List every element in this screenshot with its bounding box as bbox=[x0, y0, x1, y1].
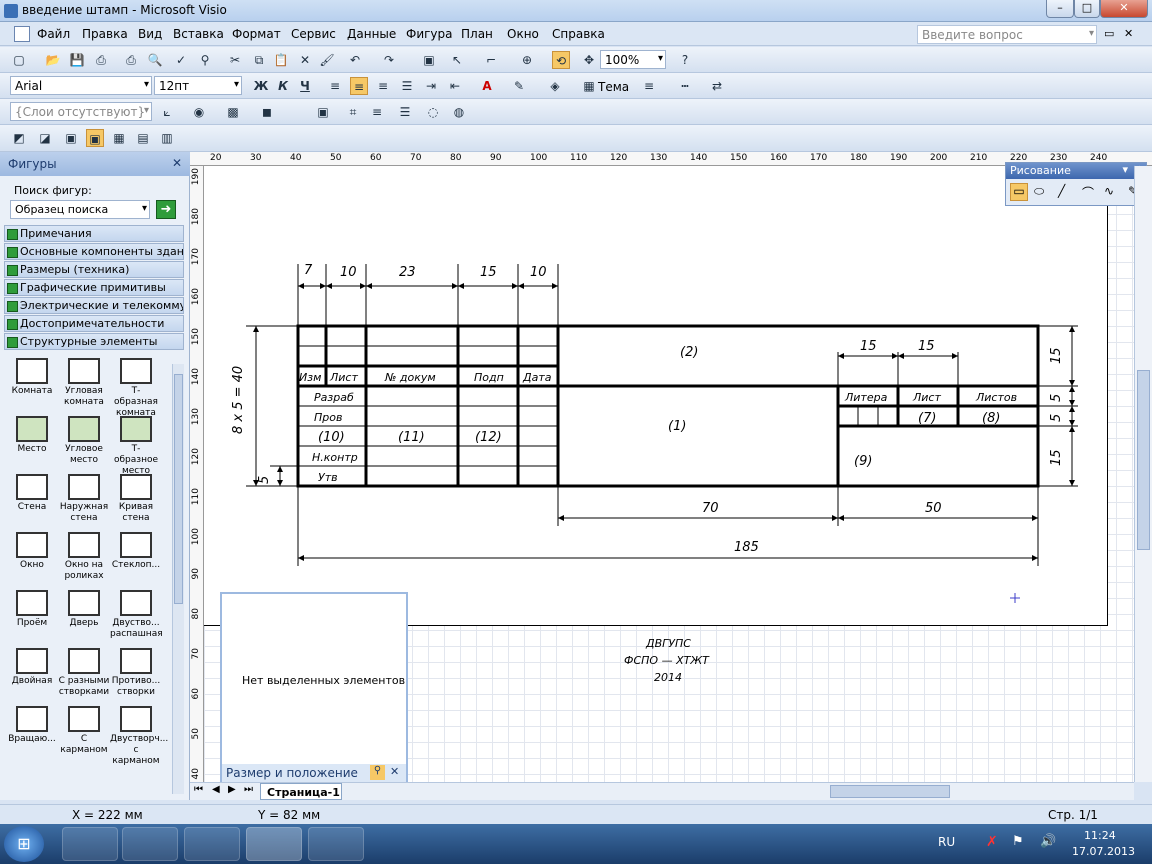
dim-7: 7 bbox=[304, 263, 313, 278]
no-selection-message: Нет выделенных элементов bbox=[242, 674, 406, 687]
line-tool-icon[interactable]: ╱ bbox=[1058, 184, 1065, 198]
horizontal-scrollbar: ⏮ ◀ ▶ ⏭ Страница-1 bbox=[190, 782, 1134, 800]
header-sign: Подп bbox=[474, 371, 504, 384]
dim-15a: 15 bbox=[860, 339, 877, 354]
start-button[interactable]: ⊞ bbox=[4, 826, 44, 862]
prev-page-icon[interactable]: ◀ bbox=[212, 784, 220, 795]
dim-5-left: 5 bbox=[257, 476, 272, 484]
language-indicator[interactable]: RU bbox=[938, 835, 955, 849]
tab-page-1[interactable]: Страница-1 bbox=[260, 783, 342, 800]
cell-7: (7) bbox=[918, 411, 936, 426]
size-panel-close-icon[interactable]: ✕ bbox=[390, 765, 399, 778]
next-page-icon[interactable]: ▶ bbox=[228, 784, 236, 795]
cell-12: (12) bbox=[475, 430, 502, 445]
header-list: Лист bbox=[329, 371, 358, 384]
horizontal-scroll-thumb[interactable] bbox=[830, 785, 950, 798]
dim-right-15: 15 bbox=[1049, 347, 1064, 364]
cell-10: (10) bbox=[318, 430, 345, 445]
flag-tray-icon[interactable]: ⚑ bbox=[1012, 834, 1024, 849]
size-panel-title: Размер и положение bbox=[226, 766, 358, 780]
dim-right-5a: 5 bbox=[1049, 394, 1064, 402]
vertical-scroll-thumb[interactable] bbox=[1137, 370, 1150, 550]
cell-11: (11) bbox=[398, 430, 425, 445]
title-block-drawing[interactable]: 7 10 23 15 10 8 x 5 = 40 5 Изм Лист № до… bbox=[0, 0, 1152, 864]
dim-50: 50 bbox=[925, 501, 942, 516]
dim-15: 15 bbox=[480, 265, 497, 280]
row-razrab: Разраб bbox=[314, 391, 354, 404]
dim-right-5b: 5 bbox=[1049, 414, 1064, 422]
media-player-taskbar-icon[interactable] bbox=[122, 827, 178, 861]
explorer-taskbar-icon[interactable] bbox=[62, 827, 118, 861]
row-utv: Утв bbox=[318, 471, 338, 484]
cell-9: (9) bbox=[854, 454, 872, 469]
status-y: Y = 82 мм bbox=[258, 808, 321, 822]
dim-15b: 15 bbox=[918, 339, 935, 354]
status-bar: X = 222 мм Y = 82 мм Стр. 1/1 bbox=[0, 804, 1152, 824]
credit-line-2: ФСПО — ХТЖТ bbox=[624, 654, 710, 667]
arc-tool-icon[interactable]: ⌒ bbox=[1082, 184, 1094, 201]
ellipse-tool-icon[interactable]: ⬭ bbox=[1034, 184, 1044, 199]
cell-litera: Литера bbox=[844, 391, 888, 404]
cell-listov: Листов bbox=[975, 391, 1017, 404]
tray-time: 11:24 bbox=[1084, 829, 1116, 842]
freeform-tool-icon[interactable]: ∿ bbox=[1104, 184, 1114, 198]
dim-70: 70 bbox=[702, 501, 719, 516]
tray-date: 17.07.2013 bbox=[1072, 845, 1135, 858]
first-page-icon[interactable]: ⏮ bbox=[194, 784, 203, 795]
dim-10b: 10 bbox=[530, 265, 547, 280]
size-panel-footer: Размер и положение ⚲ ✕ bbox=[222, 764, 406, 782]
drawing-panel-header: Рисование ▾ ✕ bbox=[1006, 163, 1146, 179]
size-panel-pin-icon[interactable]: ⚲ bbox=[370, 765, 385, 780]
cell-list: Лист bbox=[912, 391, 941, 404]
size-position-panel: Нет выделенных элементов Размер и положе… bbox=[220, 592, 408, 782]
credit-line-1: ДВГУПС bbox=[645, 637, 691, 650]
word-taskbar-icon[interactable] bbox=[308, 827, 364, 861]
cell-2: (2) bbox=[680, 345, 698, 360]
drawing-panel-menu-icon[interactable]: ▾ bbox=[1122, 163, 1128, 176]
vertical-scrollbar[interactable] bbox=[1134, 166, 1152, 782]
taskbar: ⊞ RU ✗ ⚑ 🔊 11:24 17.07.2013 bbox=[0, 824, 1152, 864]
dim-10: 10 bbox=[340, 265, 357, 280]
row-prov: Пров bbox=[314, 411, 342, 424]
cursor-crosshair-icon bbox=[1010, 593, 1020, 603]
cell-8: (8) bbox=[982, 411, 1000, 426]
dim-185: 185 bbox=[734, 540, 759, 555]
credit-line-3: 2014 bbox=[654, 671, 682, 684]
header-doc: № докум bbox=[384, 371, 436, 384]
visio-taskbar-icon[interactable] bbox=[246, 827, 302, 861]
antivirus-tray-icon[interactable]: ✗ bbox=[986, 834, 998, 850]
status-x: X = 222 мм bbox=[72, 808, 143, 822]
dim-23: 23 bbox=[399, 265, 416, 280]
drawing-tools-panel: Рисование ▾ ✕ ▭ ⬭ ╱ ⌒ ∿ ✎ bbox=[1005, 162, 1147, 206]
last-page-icon[interactable]: ⏭ bbox=[244, 784, 253, 795]
status-page: Стр. 1/1 bbox=[1048, 808, 1098, 822]
dim-right-15b: 15 bbox=[1049, 449, 1064, 466]
skype-taskbar-icon[interactable] bbox=[184, 827, 240, 861]
rectangle-tool-icon[interactable]: ▭ bbox=[1010, 183, 1028, 201]
drawing-panel-title: Рисование bbox=[1010, 164, 1071, 177]
cell-1: (1) bbox=[668, 419, 686, 434]
header-date: Дата bbox=[522, 371, 552, 384]
dim-side: 8 x 5 = 40 bbox=[231, 366, 246, 434]
header-izm: Изм bbox=[299, 371, 321, 384]
row-nkontr: Н.контр bbox=[312, 451, 358, 464]
volume-tray-icon[interactable]: 🔊 bbox=[1040, 834, 1056, 849]
